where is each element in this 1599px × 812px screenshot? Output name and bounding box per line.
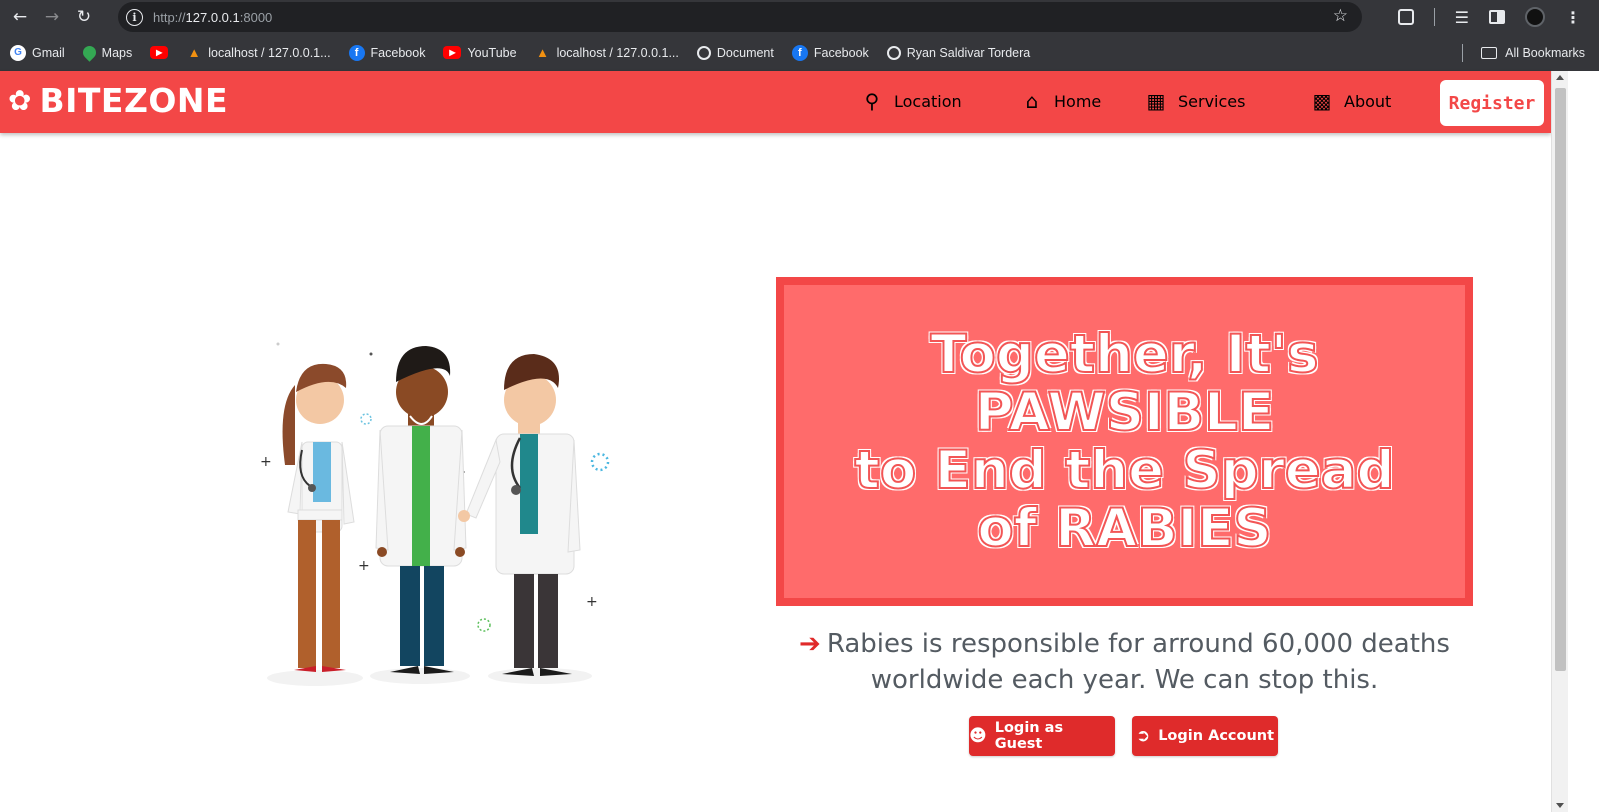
all-bookmarks[interactable]: All Bookmarks: [1462, 34, 1585, 71]
paw-icon: ✿: [8, 83, 32, 117]
scroll-up-icon[interactable]: [1556, 75, 1564, 80]
site-header: ✿ BITEZONE ⚲ Location ⌂ Home ▦ Services …: [0, 71, 1551, 133]
bookmark-facebook-2[interactable]: f Facebook: [791, 44, 869, 61]
url-text[interactable]: http://127.0.0.1:8000: [153, 10, 272, 25]
bookmark-youtube[interactable]: ▶ YouTube: [443, 46, 517, 60]
arrow-right-icon: ➔: [799, 629, 821, 659]
youtube-icon: ▶: [443, 46, 462, 59]
sign-in-icon: ➲: [1135, 726, 1151, 746]
nav-home[interactable]: ⌂ Home: [1020, 89, 1102, 113]
login-account-button[interactable]: ➲ Login Account: [1132, 716, 1278, 756]
bookmark-ryan[interactable]: Ryan Saldivar Tordera: [886, 45, 1030, 60]
globe-icon: [696, 45, 711, 60]
bookmark-gmail[interactable]: G Gmail: [10, 44, 65, 61]
nav-location[interactable]: ⚲ Location: [860, 89, 962, 113]
forward-icon[interactable]: →: [36, 1, 68, 33]
headline-line-4: of RABIES: [976, 497, 1272, 559]
maps-icon: [79, 43, 99, 62]
scroll-thumb[interactable]: [1555, 88, 1566, 671]
scroll-down-icon[interactable]: [1556, 803, 1564, 808]
building-icon: ▩: [1312, 89, 1332, 113]
profile-avatar[interactable]: [1525, 7, 1545, 27]
bookmarks-bar: G Gmail Maps ▶ ▲ localhost / 127.0.0.1... …: [0, 34, 1599, 71]
reload-icon[interactable]: ↻: [68, 1, 100, 33]
browser-toolbar: ← → ↻ i http://127.0.0.1:8000 ☆ ☰ ⋮: [0, 0, 1599, 34]
headline-line-3: to End the Spread: [854, 439, 1396, 501]
bookmarks-divider: [1462, 43, 1464, 62]
services-icon: ▦: [1146, 89, 1166, 113]
phpmyadmin-icon: ▲: [536, 45, 550, 60]
svg-text:+: +: [358, 558, 370, 574]
phpmyadmin-icon: ▲: [187, 45, 201, 60]
facebook-icon: f: [348, 44, 365, 61]
bookmark-maps[interactable]: Maps: [79, 43, 132, 62]
extensions-icon[interactable]: [1397, 9, 1414, 25]
brand-logo[interactable]: ✿ BITEZONE: [8, 81, 228, 120]
back-icon[interactable]: ←: [4, 1, 36, 33]
promo-headline: Together, It's PAWSIBLE to End the Sprea…: [854, 323, 1396, 559]
doctors-illustration: + + + +: [260, 342, 610, 686]
bookmark-document[interactable]: Document: [696, 45, 774, 60]
address-bar[interactable]: i http://127.0.0.1:8000 ☆: [118, 2, 1362, 32]
register-button[interactable]: Register: [1440, 80, 1544, 126]
menu-icon[interactable]: ⋮: [1565, 8, 1581, 27]
page-scrollbar[interactable]: [1551, 71, 1568, 812]
nav-services[interactable]: ▦ Services: [1144, 89, 1246, 113]
promo-banner: Together, It's PAWSIBLE to End the Sprea…: [776, 277, 1473, 606]
site-info-icon[interactable]: i: [126, 8, 143, 26]
bookmark-facebook-1[interactable]: f Facebook: [348, 44, 425, 61]
home-icon: ⌂: [1025, 89, 1039, 113]
toolbar-divider: [1433, 8, 1435, 26]
user-icon: ☻: [969, 726, 987, 746]
youtube-icon: ▶: [150, 46, 169, 59]
side-panel-icon[interactable]: [1489, 10, 1505, 24]
promo-banner-inner: Together, It's PAWSIBLE to End the Sprea…: [784, 285, 1465, 598]
svg-text:+: +: [260, 454, 272, 470]
reading-list-icon[interactable]: ☰: [1455, 8, 1469, 27]
bookmark-localhost-2[interactable]: ▲ localhost / 127.0.0.1...: [535, 45, 679, 61]
globe-icon: [886, 45, 901, 60]
facebook-icon: f: [791, 44, 808, 61]
headline-line-2: PAWSIBLE: [974, 381, 1275, 443]
bookmark-youtube-icon-only[interactable]: ▶: [150, 46, 169, 59]
bookmark-localhost-1[interactable]: ▲ localhost / 127.0.0.1...: [186, 45, 331, 61]
google-icon: G: [10, 44, 26, 61]
rabies-statistic: ➔ Rabies is responsible for arround 60,00…: [799, 629, 1450, 695]
folder-icon: [1481, 46, 1498, 59]
bookmark-star-icon[interactable]: ☆: [1333, 6, 1348, 26]
svg-text:+: +: [586, 594, 598, 610]
headline-line-1: Together, It's: [929, 323, 1319, 385]
map-pin-icon: ⚲: [864, 89, 880, 113]
brand-name: BITEZONE: [39, 81, 229, 120]
login-guest-button[interactable]: ☻ Login as Guest: [969, 716, 1115, 756]
nav-about[interactable]: ▩ About: [1310, 89, 1392, 113]
